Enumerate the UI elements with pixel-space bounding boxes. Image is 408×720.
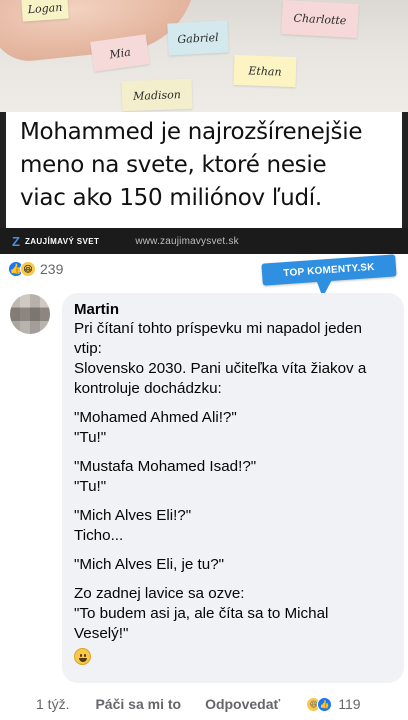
headline-line: Mohammed je najrozšírenejšie <box>20 119 363 145</box>
sticky-note: Charlotte <box>281 0 359 38</box>
comment-line: "Mustafa Mohamed Isad!?" <box>74 458 257 475</box>
comment-line: "Tu!" <box>74 478 107 495</box>
sticky-note-label: Madison <box>132 87 182 103</box>
comment-bubble: Martin Pri čítaní tohto príspevku mi nap… <box>62 293 404 683</box>
source-bar[interactable]: Z ZAUJÍMAVÝ SVET www.zaujimavysvet.sk <box>0 228 408 254</box>
post-reactions[interactable]: 👍 😆 239 <box>8 258 63 280</box>
avatar[interactable] <box>10 294 50 334</box>
comment-line: "Mohamed Ahmed Ali!?" <box>74 409 237 426</box>
like-icon: 👍 <box>317 696 333 712</box>
article-headline[interactable]: Mohammed je najrozšírenejšie meno na sve… <box>0 112 408 228</box>
comment-line: Zo zadnej lavice sa ozve: <box>74 585 245 602</box>
haha-icon: 😆 <box>20 261 36 277</box>
source-url[interactable]: www.zaujimavysvet.sk <box>135 236 238 247</box>
comment-author[interactable]: Martin <box>74 300 392 319</box>
sticky-note: Madison <box>121 78 193 112</box>
badge-label: TOP KOMENTY.SK <box>283 261 375 279</box>
reply-button[interactable]: Odpovedať <box>205 696 280 712</box>
sticky-note-label: Gabriel <box>177 30 219 46</box>
like-button[interactable]: Páči sa mi to <box>95 696 181 712</box>
sticky-note: Logan <box>21 0 69 22</box>
comment-line: "Tu!" <box>74 429 107 446</box>
comment-line: kontroluje dochádzku: <box>74 380 222 397</box>
comment-actions: 1 týž. Páči sa mi to Odpovedať 😆 👍 119 <box>30 694 400 714</box>
zaujimavy-svet-logo-icon: Z <box>12 233 20 249</box>
comment-line: "To budem asi ja, ale číta sa to Michal <box>74 605 329 622</box>
comment-line: Veselý!" <box>74 625 129 642</box>
comment-line: "Mich Alves Eli!?" <box>74 507 192 524</box>
headline-line: meno na svete, ktoré nesie <box>20 152 327 178</box>
reaction-count: 239 <box>40 261 64 277</box>
sticky-note: Mia <box>90 34 150 72</box>
comment-reaction-count: 119 <box>338 696 361 712</box>
sticky-note-label: Logan <box>27 0 63 16</box>
top-komenty-badge: TOP KOMENTY.SK <box>261 254 397 298</box>
comment-line: Pri čítaní tohto príspevku mi napadol je… <box>74 320 362 337</box>
comment-line: Ticho... <box>74 527 124 544</box>
comment-timestamp[interactable]: 1 týž. <box>36 696 69 712</box>
sticky-note-label: Charlotte <box>293 11 347 27</box>
sticky-note-label: Ethan <box>248 63 282 79</box>
source-brand: ZAUJÍMAVÝ SVET <box>24 236 100 246</box>
grinning-face-icon <box>74 648 91 665</box>
sticky-note: Gabriel <box>167 20 229 56</box>
comment-line: Slovensko 2030. Pani učiteľka víta žiako… <box>74 360 367 377</box>
comment-reactions[interactable]: 😆 👍 119 <box>306 696 361 712</box>
comment-line: vtip: <box>74 340 102 357</box>
sticky-note: Ethan <box>233 54 297 88</box>
sticky-note-label: Mia <box>108 45 132 61</box>
headline-line: viac ako 150 miliónov ľudí. <box>20 185 322 211</box>
comment-line: "Mich Alves Eli, je tu?" <box>74 556 225 573</box>
article-photo: Logan Charlotte Gabriel Mia Ethan Madiso… <box>0 0 408 112</box>
